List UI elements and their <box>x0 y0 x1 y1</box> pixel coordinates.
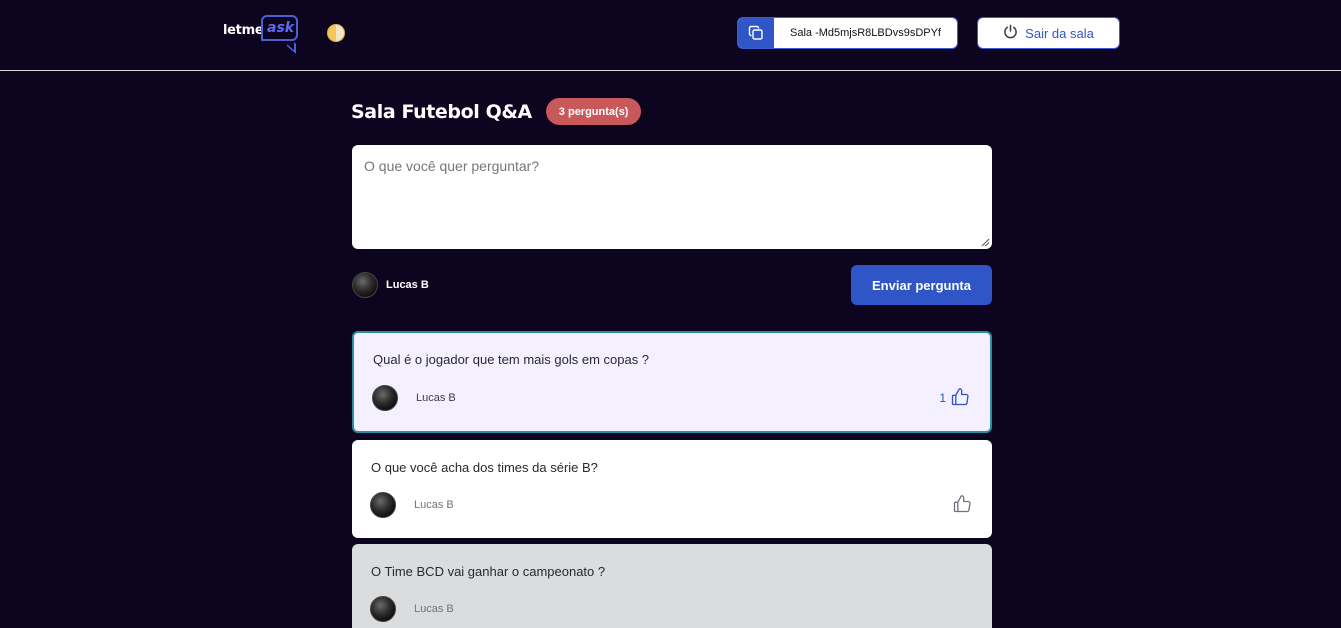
question-footer: Lucas B <box>370 596 972 622</box>
avatar <box>372 385 398 411</box>
question-author-name: Lucas B <box>414 499 454 511</box>
like-button[interactable] <box>948 494 972 517</box>
question-count-badge: 3 pergunta(s) <box>545 98 642 125</box>
thumbs-up-icon <box>952 494 972 517</box>
theme-toggle-icon[interactable] <box>327 24 345 42</box>
room-title-row: Sala Futebol Q&A 3 pergunta(s) <box>351 98 642 125</box>
send-question-button[interactable]: Enviar pergunta <box>851 265 992 305</box>
question-card: Qual é o jogador que tem mais gols em co… <box>352 331 992 433</box>
question-author: Lucas B <box>372 385 456 411</box>
question-author: Lucas B <box>370 596 454 622</box>
avatar <box>370 492 396 518</box>
top-header: letme ask Sala -Md5mjsR8LBDvs9sDPYf Sair… <box>0 0 1341 71</box>
thumbs-up-icon <box>950 387 970 410</box>
current-user: Lucas B <box>352 272 429 298</box>
letmeask-logo[interactable]: letme ask <box>223 14 301 54</box>
power-icon <box>1003 24 1018 42</box>
question-footer: Lucas B <box>370 492 972 518</box>
page-title: Sala Futebol Q&A <box>351 100 532 123</box>
question-author: Lucas B <box>370 492 454 518</box>
avatar <box>370 596 396 622</box>
question-author-name: Lucas B <box>414 603 454 615</box>
question-card: O que você acha dos times da série B? Lu… <box>352 440 992 538</box>
question-text: O Time BCD vai ganhar o campeonato ? <box>371 564 606 579</box>
room-code-button[interactable]: Sala -Md5mjsR8LBDvs9sDPYf <box>737 17 958 49</box>
question-card: O Time BCD vai ganhar o campeonato ? Luc… <box>352 544 992 628</box>
leave-room-label: Sair da sala <box>1025 25 1094 41</box>
logo-text: letme <box>223 23 264 38</box>
question-author-name: Lucas B <box>416 392 456 404</box>
avatar <box>352 272 378 298</box>
current-user-name: Lucas B <box>386 279 429 291</box>
question-text: O que você acha dos times da série B? <box>371 460 598 475</box>
room-code-text: Sala -Md5mjsR8LBDvs9sDPYf <box>790 27 941 39</box>
question-input[interactable] <box>352 145 992 249</box>
copy-icon[interactable] <box>738 18 774 48</box>
logo-accent-text: ask <box>267 20 295 36</box>
question-footer: Lucas B 1 <box>372 385 970 411</box>
question-text: Qual é o jogador que tem mais gols em co… <box>373 352 650 367</box>
like-button[interactable]: 1 <box>939 387 970 410</box>
resize-grip-icon[interactable] <box>981 238 990 247</box>
leave-room-button[interactable]: Sair da sala <box>977 17 1120 49</box>
like-count: 1 <box>939 391 946 405</box>
